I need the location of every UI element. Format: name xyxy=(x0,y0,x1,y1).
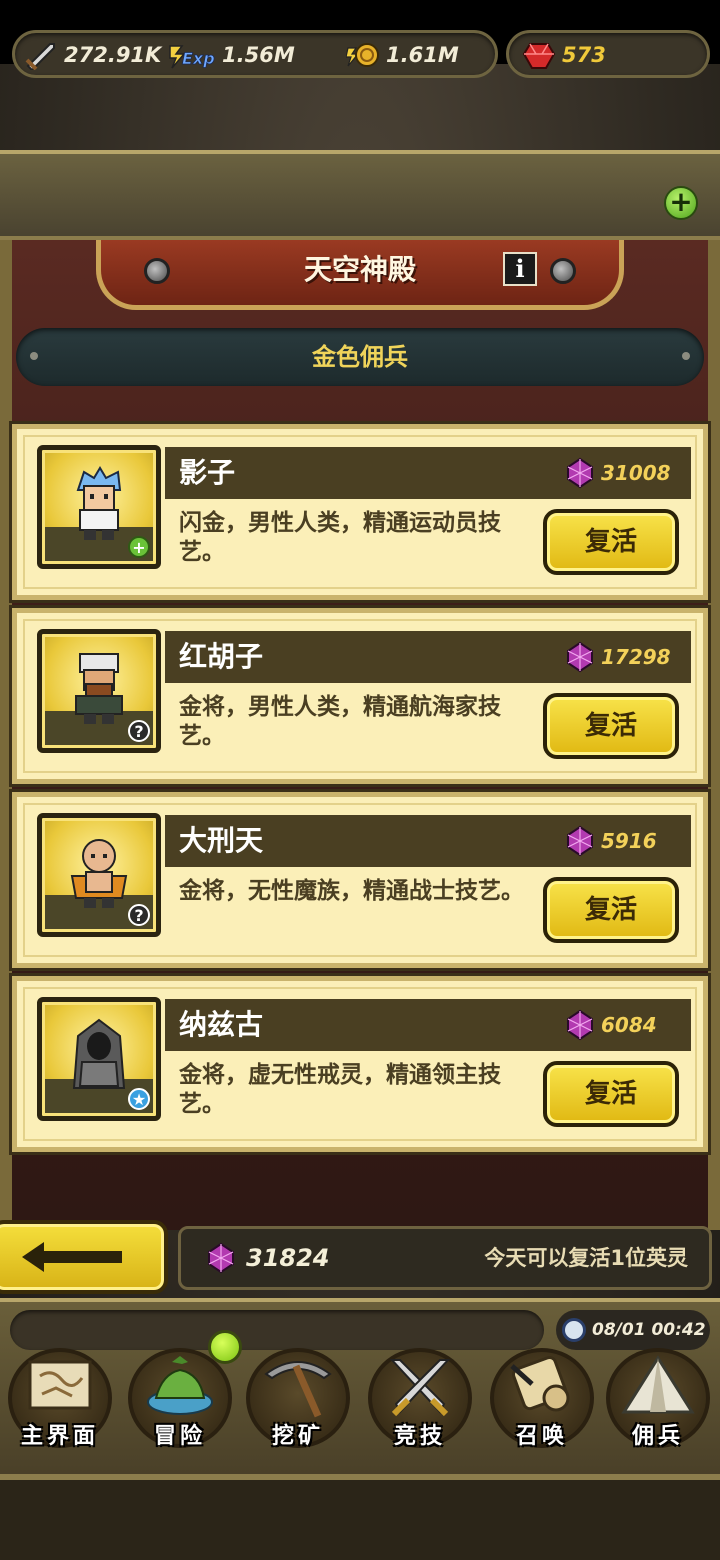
nav-label: 主界面 xyxy=(20,1424,99,1449)
hero-cost-value: 17298 xyxy=(601,645,671,669)
hero-name: 影子 xyxy=(179,456,236,489)
hero-description: 金将，虚无性戒灵，精通领主技艺。 xyxy=(179,1062,501,1117)
nav-label: 佣兵 xyxy=(631,1424,684,1449)
purple-gem-icon xyxy=(567,1009,593,1041)
hero-cost: 5916 xyxy=(565,821,657,861)
hero-name: 红胡子 xyxy=(179,640,264,673)
hero-sprite-icon xyxy=(76,466,122,540)
hero-cost-value: 5916 xyxy=(601,829,657,853)
summon-scroll-icon xyxy=(510,1355,570,1412)
coin-icon xyxy=(346,43,379,67)
purple-gem-icon xyxy=(567,825,593,857)
hero-portrait[interactable]: ? xyxy=(37,629,161,753)
revive-button[interactable]: 复活 xyxy=(543,877,679,943)
nav-mercenary[interactable]: 佣兵 xyxy=(600,1344,716,1454)
badge-icon: ? xyxy=(128,904,150,926)
hero-description: 闪金，男性人类，精通运动员技艺。 xyxy=(179,510,501,565)
purple-gem-icon xyxy=(567,457,593,489)
gem-balance: 31824 xyxy=(206,1238,330,1278)
bolt-left-icon xyxy=(144,258,170,284)
add-rubies-button[interactable]: + xyxy=(664,186,698,220)
hero-card: ★ 纳兹古 6084 金将，虚无性戒灵，精通领主技艺。 复活 xyxy=(12,976,708,1152)
nav-label: 冒险 xyxy=(153,1424,206,1449)
nav-summon[interactable]: 召唤 xyxy=(484,1344,600,1454)
purple-gem-icon xyxy=(208,1242,234,1274)
hero-name: 纳兹古 xyxy=(179,1008,264,1041)
nav-label: 挖矿 xyxy=(271,1424,324,1449)
exp-value: 1.56M xyxy=(222,43,295,67)
page-title: 天空神殿 xyxy=(303,253,416,286)
gold-resource: 1.61M xyxy=(346,38,459,72)
badge-icon: ★ xyxy=(128,1088,150,1110)
hero-portrait[interactable]: ★ xyxy=(37,997,161,1121)
sword-icon xyxy=(25,43,55,70)
hero-sprite-icon xyxy=(72,1018,126,1089)
map-scroll-icon xyxy=(28,1360,92,1410)
power-resource: 272.91K xyxy=(24,38,161,72)
pickaxe-icon xyxy=(264,1361,332,1418)
hero-cost: 31008 xyxy=(565,453,671,493)
info-button[interactable]: i xyxy=(503,252,537,286)
clock-time: 08/01 00:42 xyxy=(592,1320,706,1340)
hero-description: 金将，无性魔族，精通战士技艺。 xyxy=(179,878,524,904)
tent-icon xyxy=(621,1355,695,1414)
hero-name: 大刑天 xyxy=(179,824,264,857)
nav-label: 召唤 xyxy=(515,1424,568,1449)
bolt-right-icon xyxy=(550,258,576,284)
nav-arena[interactable]: 竞技 xyxy=(362,1344,478,1454)
hero-cost-value: 31008 xyxy=(601,461,671,485)
exp-resource: Exp 1.56M xyxy=(168,38,295,72)
revive-button[interactable]: 复活 xyxy=(543,509,679,575)
hero-description: 金将，男性人类，精通航海家技艺。 xyxy=(179,694,501,749)
svg-text:Exp: Exp xyxy=(182,49,215,68)
gem-balance-value: 31824 xyxy=(246,1244,330,1272)
power-value: 272.91K xyxy=(64,43,162,67)
bottom-strip xyxy=(0,1480,720,1560)
revive-button[interactable]: 复活 xyxy=(543,1061,679,1127)
ruby-resource: 573 xyxy=(522,38,606,72)
ruby-value: 573 xyxy=(562,43,606,67)
hero-card: ? 大刑天 5916 金将，无性魔族，精通战士技艺。 复活 xyxy=(12,792,708,968)
revive-button[interactable]: 复活 xyxy=(543,693,679,759)
resource-bar xyxy=(0,150,720,240)
hero-cost: 6084 xyxy=(565,1005,657,1045)
revive-limit-note: 今天可以复活1位英灵 xyxy=(484,1246,688,1270)
hero-card: + 影子 31008 闪金，男性人类，精通运动员技艺。 复活 xyxy=(12,424,708,600)
nav-main[interactable]: 主界面 xyxy=(2,1344,118,1454)
hero-portrait[interactable]: ? xyxy=(37,813,161,937)
hero-sprite-icon xyxy=(70,839,128,908)
nav-mining[interactable]: 挖矿 xyxy=(240,1344,356,1454)
hero-card: ? 红胡子 17298 金将，男性人类，精通航海家技艺。 复活 xyxy=(12,608,708,784)
badge-icon: + xyxy=(128,536,150,558)
hero-cost-value: 6084 xyxy=(601,1013,657,1037)
arrow-left-icon xyxy=(22,1242,122,1272)
island-icon xyxy=(147,1356,213,1415)
ruby-icon xyxy=(522,43,556,69)
crossed-swords-icon xyxy=(389,1359,451,1417)
clock-icon xyxy=(562,1318,586,1342)
category-title: 金色佣兵 xyxy=(312,343,408,371)
exp-icon: Exp xyxy=(169,45,215,69)
nav-label: 竞技 xyxy=(393,1424,446,1449)
badge-icon: ? xyxy=(128,720,150,742)
purple-gem-icon xyxy=(567,641,593,673)
notification-dot xyxy=(208,1330,242,1364)
hero-cost: 17298 xyxy=(565,637,671,677)
plus-icon: + xyxy=(669,185,693,218)
hero-portrait[interactable]: + xyxy=(37,445,161,569)
hero-sprite-icon xyxy=(75,653,123,724)
gold-value: 1.61M xyxy=(386,43,459,67)
